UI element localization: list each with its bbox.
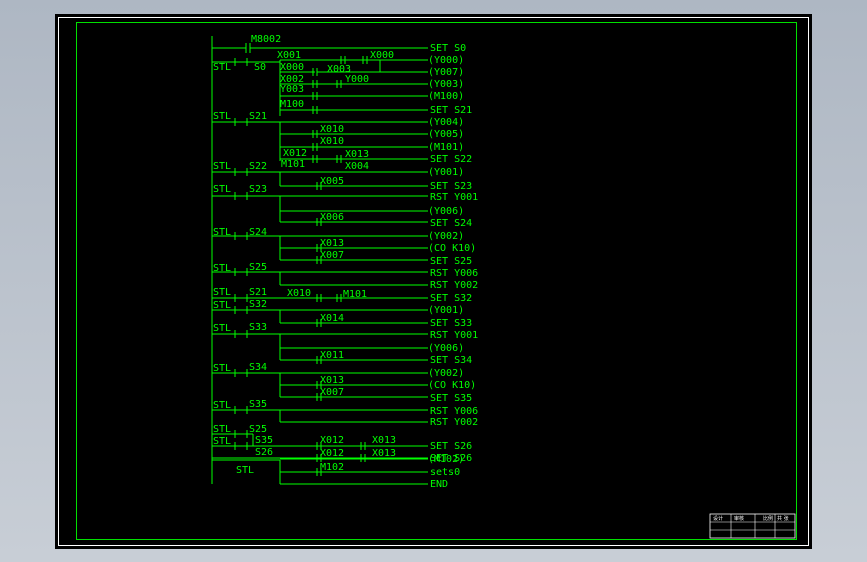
- contact-label: M8002: [251, 34, 281, 45]
- contact-label: X010: [320, 124, 344, 135]
- stl-label: STL: [213, 424, 231, 435]
- coil-instruction: RST Y006: [430, 268, 478, 279]
- contact-label: X010: [320, 136, 344, 147]
- contact-label: X006: [320, 212, 344, 223]
- contact-label: X010: [287, 288, 311, 299]
- stl-label: STL: [213, 184, 231, 195]
- contact-label: M100: [280, 99, 304, 110]
- stl-label: STL: [236, 465, 254, 476]
- coil: (Y002): [428, 368, 464, 379]
- coil: (Y001): [428, 167, 464, 178]
- coil-instruction: RST Y002: [430, 280, 478, 291]
- step-label: S35: [249, 399, 267, 410]
- coil: (Y003): [428, 79, 464, 90]
- step-label: S25: [249, 262, 267, 273]
- contact-label: X000: [280, 62, 304, 73]
- step-label: S26: [255, 447, 273, 458]
- coil-instruction: SET S21: [430, 105, 472, 116]
- coil: (CO K10): [428, 380, 476, 391]
- coil-instruction: END: [430, 479, 448, 490]
- contact-label: X012: [320, 448, 344, 459]
- coil-instruction: RST Y001: [430, 330, 478, 341]
- stl-label: STL: [213, 62, 231, 73]
- stl-label: STL: [213, 436, 231, 447]
- cad-drawing-viewport[interactable]: M8002 SET S0 STL S0 X001 X000 (Y000) X00…: [55, 14, 812, 549]
- stl-label: STL: [213, 400, 231, 411]
- step-label: S0: [254, 62, 266, 73]
- contact-label: M102: [320, 462, 344, 473]
- coil-instruction: SET S25: [430, 256, 472, 267]
- contact-label: M101: [281, 159, 305, 170]
- contact-label: Y003: [280, 84, 304, 95]
- coil-instruction: SET S34: [430, 355, 472, 366]
- coil: (Y005): [428, 129, 464, 140]
- contact-label: X013: [345, 149, 369, 160]
- title-block: 设计 审核 比例 共 张: [709, 513, 796, 539]
- coil-instruction: SET S32: [430, 293, 472, 304]
- step-label: S35: [255, 435, 273, 446]
- contact-label: X013: [320, 238, 344, 249]
- step-label: S21: [249, 111, 267, 122]
- contact-label: X000: [370, 50, 394, 61]
- stl-label: STL: [213, 287, 231, 298]
- contact-label: X011: [320, 350, 344, 361]
- contact-label: X004: [345, 161, 369, 172]
- coil-instruction: SET S26: [430, 441, 472, 452]
- coil-instruction: RST Y006: [430, 406, 478, 417]
- coil: (CO K10): [428, 243, 476, 254]
- stl-label: STL: [213, 111, 231, 122]
- stl-label: STL: [213, 300, 231, 311]
- contact-label: X013: [372, 448, 396, 459]
- coil-instruction: SET S35: [430, 393, 472, 404]
- step-label: S32: [249, 299, 267, 310]
- contact-label: X013: [320, 375, 344, 386]
- step-label: S23: [249, 184, 267, 195]
- stl-label: STL: [213, 363, 231, 374]
- contact-label: X013: [372, 435, 396, 446]
- contact-label: X007: [320, 387, 344, 398]
- contact-label: Y000: [345, 74, 369, 85]
- contact-label: X012: [320, 435, 344, 446]
- contact-label: X014: [320, 313, 344, 324]
- coil: (Y006): [428, 343, 464, 354]
- ladder-diagram: M8002 SET S0 STL S0 X001 X000 (Y000) X00…: [211, 34, 796, 539]
- contact-label: X012: [283, 148, 307, 159]
- coil: (Y001): [428, 305, 464, 316]
- stl-label: STL: [213, 161, 231, 172]
- contact-label: X005: [320, 176, 344, 187]
- title-cell: 审核: [734, 515, 744, 522]
- coil: (Y004): [428, 117, 464, 128]
- title-cell: 设计: [713, 515, 723, 522]
- contact-label: X001: [277, 50, 301, 61]
- coil: (Y007): [428, 67, 464, 78]
- stl-label: STL: [213, 323, 231, 334]
- step-label: S22: [249, 161, 267, 172]
- coil: (Y002): [428, 231, 464, 242]
- coil-instruction: RST Y001: [430, 192, 478, 203]
- coil: (Y000): [428, 55, 464, 66]
- coil-instruction: RST Y002: [430, 417, 478, 428]
- step-label: S33: [249, 322, 267, 333]
- coil: (M101): [428, 142, 464, 153]
- coil-instruction: SET S22: [430, 154, 472, 165]
- coil-instruction: SET S24: [430, 218, 472, 229]
- coil-instruction: SET S33: [430, 318, 472, 329]
- coil: (M100): [428, 91, 464, 102]
- coil-instruction: SET S0: [430, 43, 466, 54]
- step-label: S21: [249, 287, 267, 298]
- coil: (M102): [428, 454, 464, 465]
- title-cell: 共 张: [777, 515, 789, 522]
- step-label: S25: [249, 424, 267, 435]
- coil-instruction: SET S23: [430, 181, 472, 192]
- contact-label: X007: [320, 250, 344, 261]
- step-label: S34: [249, 362, 267, 373]
- coil-instruction: sets0: [430, 467, 460, 478]
- coil: (Y006): [428, 206, 464, 217]
- title-cell: 比例: [763, 515, 773, 522]
